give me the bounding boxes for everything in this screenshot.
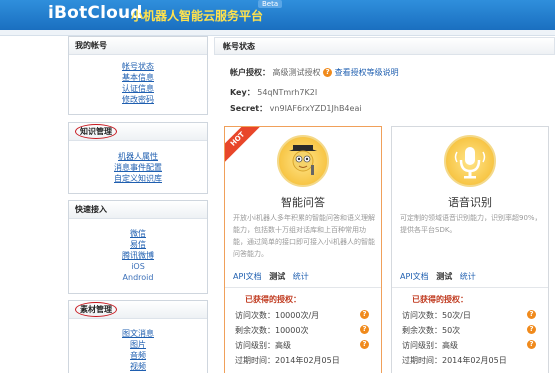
sidebar-item-video[interactable]: 视频	[69, 361, 207, 372]
quota-visits: 访问次数：50次/日	[402, 311, 471, 320]
granted-heading: 已获得的授权：	[412, 295, 468, 304]
sidebar-item-tencent-weibo[interactable]: 腾讯微博	[69, 250, 207, 261]
sidebar-item-verification[interactable]: 认证信息	[69, 83, 207, 94]
beta-badge: Beta	[258, 0, 283, 8]
sidebar-section-account: 我的帐号 帐号状态 基本信息 认证信息 修改密码	[68, 36, 208, 115]
test-link[interactable]: 测试	[269, 272, 285, 281]
granted-heading: 已获得的授权：	[245, 295, 301, 304]
auth-row: 帐户授权： 高级测试授权 ? 查看授权等级说明	[230, 67, 399, 78]
card-description: 可定制的领域语音识别能力，识别率超90%，提供各平台SDK。	[400, 214, 542, 234]
quota-row: 访问级别：高级 ?	[235, 340, 375, 351]
quota-row: 剩余次数：10000次 ?	[235, 325, 375, 336]
sidebar-item-rich-news[interactable]: 图文消息	[69, 328, 207, 339]
sidebar-item-account-status[interactable]: 帐号状态	[69, 61, 207, 72]
sidebar-item-audio[interactable]: 音频	[69, 350, 207, 361]
sidebar-section-media: 素材管理 图文消息 图片 音频 视频	[68, 300, 208, 373]
sidebar-section-quick-access: 快速接入 微信 易信 腾讯微博 iOS Android	[68, 200, 208, 294]
sidebar-section-title: 快速接入	[69, 201, 207, 219]
sidebar-section-title: 知识管理	[69, 123, 207, 141]
sidebar-item-yixin[interactable]: 易信	[69, 239, 207, 250]
sidebar-item-android[interactable]: Android	[69, 272, 207, 283]
sidebar-item-wechat[interactable]: 微信	[69, 228, 207, 239]
help-icon[interactable]: ?	[360, 310, 369, 319]
sidebar-item-robot-attributes[interactable]: 机器人属性	[69, 151, 207, 162]
divider	[392, 287, 548, 288]
quota-expiry: 过期时间：2014年02月05日	[235, 356, 340, 365]
robot-mascot-icon	[277, 135, 329, 187]
sidebar-item-change-password[interactable]: 修改密码	[69, 94, 207, 105]
stats-link[interactable]: 统计	[293, 272, 309, 281]
quota-row: 过期时间：2014年02月05日	[402, 355, 542, 366]
card-title: 语音识别	[448, 196, 492, 209]
card-links: API文档 测试 统计	[233, 271, 314, 282]
sidebar-item-ios[interactable]: iOS	[69, 261, 207, 272]
key-label: Key：	[230, 88, 255, 97]
sidebar-item-message-events[interactable]: 消息事件配置	[69, 162, 207, 173]
sidebar-item-custom-knowledge[interactable]: 自定义知识库	[69, 173, 207, 184]
help-icon[interactable]: ?	[360, 325, 369, 334]
api-docs-link[interactable]: API文档	[400, 272, 429, 281]
top-bar: iBotCloud 小机器人智能云服务平台 Beta	[0, 0, 555, 30]
page-title: 帐号状态	[214, 37, 555, 55]
quota-level: 访问级别：高级	[402, 341, 458, 350]
help-icon[interactable]: ?	[527, 325, 536, 334]
card-title: 智能问答	[281, 196, 325, 209]
secret-label: Secret：	[230, 104, 268, 113]
sidebar-section-knowledge: 知识管理 机器人属性 消息事件配置 自定义知识库	[68, 122, 208, 194]
quota-row: 访问次数：10000次/月 ?	[235, 310, 375, 321]
sidebar-section-title: 素材管理	[69, 301, 207, 319]
test-link[interactable]: 测试	[436, 272, 452, 281]
quota-remaining: 剩余次数：10000次	[235, 326, 309, 335]
quota-row: 访问级别：高级 ?	[402, 340, 542, 351]
site-slogan: 小机器人智能云服务平台	[131, 9, 264, 23]
quota-row: 访问次数：50次/日 ?	[402, 310, 542, 321]
stats-link[interactable]: 统计	[460, 272, 476, 281]
sidebar-section-title: 我的帐号	[69, 37, 207, 55]
auth-value: 高级测试授权	[272, 68, 321, 77]
sidebar-item-images[interactable]: 图片	[69, 339, 207, 350]
quota-level: 访问级别：高级	[235, 341, 291, 350]
service-card-speech: 语音识别 可定制的领域语音识别能力，识别率超90%，提供各平台SDK。 API文…	[391, 126, 549, 373]
help-icon[interactable]: ?	[527, 310, 536, 319]
auth-level-link[interactable]: 查看授权等级说明	[335, 68, 399, 77]
logo[interactable]: iBotCloud	[48, 3, 143, 23]
api-docs-link[interactable]: API文档	[233, 272, 262, 281]
quota-expiry: 过期时间：2014年02月05日	[402, 356, 507, 365]
service-card-qa: HOT 智能问答 开放小i机器人多年积累的智能问答和语义理解能力，包括数十万组对…	[224, 126, 382, 373]
help-icon[interactable]: ?	[360, 340, 369, 349]
sidebar: 我的帐号 帐号状态 基本信息 认证信息 修改密码 知识管理 机器人属性 消息事件…	[64, 36, 212, 373]
card-links: API文档 测试 统计	[400, 271, 481, 282]
sidebar-item-basic-info[interactable]: 基本信息	[69, 72, 207, 83]
key-row: Key： 54qNTmrh7K2I	[230, 87, 317, 98]
quota-row: 过期时间：2014年02月05日	[235, 355, 375, 366]
divider	[225, 287, 381, 288]
help-icon[interactable]: ?	[527, 340, 536, 349]
quota-visits: 访问次数：10000次/月	[235, 311, 320, 320]
card-description: 开放小i机器人多年积累的智能问答和语义理解能力，包括数十万组对话库和上百种常用功…	[233, 214, 375, 258]
hot-ribbon: HOT	[225, 127, 264, 166]
main-panel: 帐号状态 帐户授权： 高级测试授权 ? 查看授权等级说明 Key： 54qNTm…	[214, 36, 555, 373]
secret-value: vn9IAF6rxYZD1JhB4eai	[269, 104, 362, 113]
key-value: 54qNTmrh7K2I	[257, 88, 318, 97]
quota-row: 剩余次数：50次 ?	[402, 325, 542, 336]
secret-row: Secret： vn9IAF6rxYZD1JhB4eai	[230, 103, 362, 114]
microphone-icon	[444, 135, 496, 187]
quota-remaining: 剩余次数：50次	[402, 326, 461, 335]
help-icon[interactable]: ?	[323, 68, 333, 77]
auth-label: 帐户授权：	[230, 68, 270, 77]
